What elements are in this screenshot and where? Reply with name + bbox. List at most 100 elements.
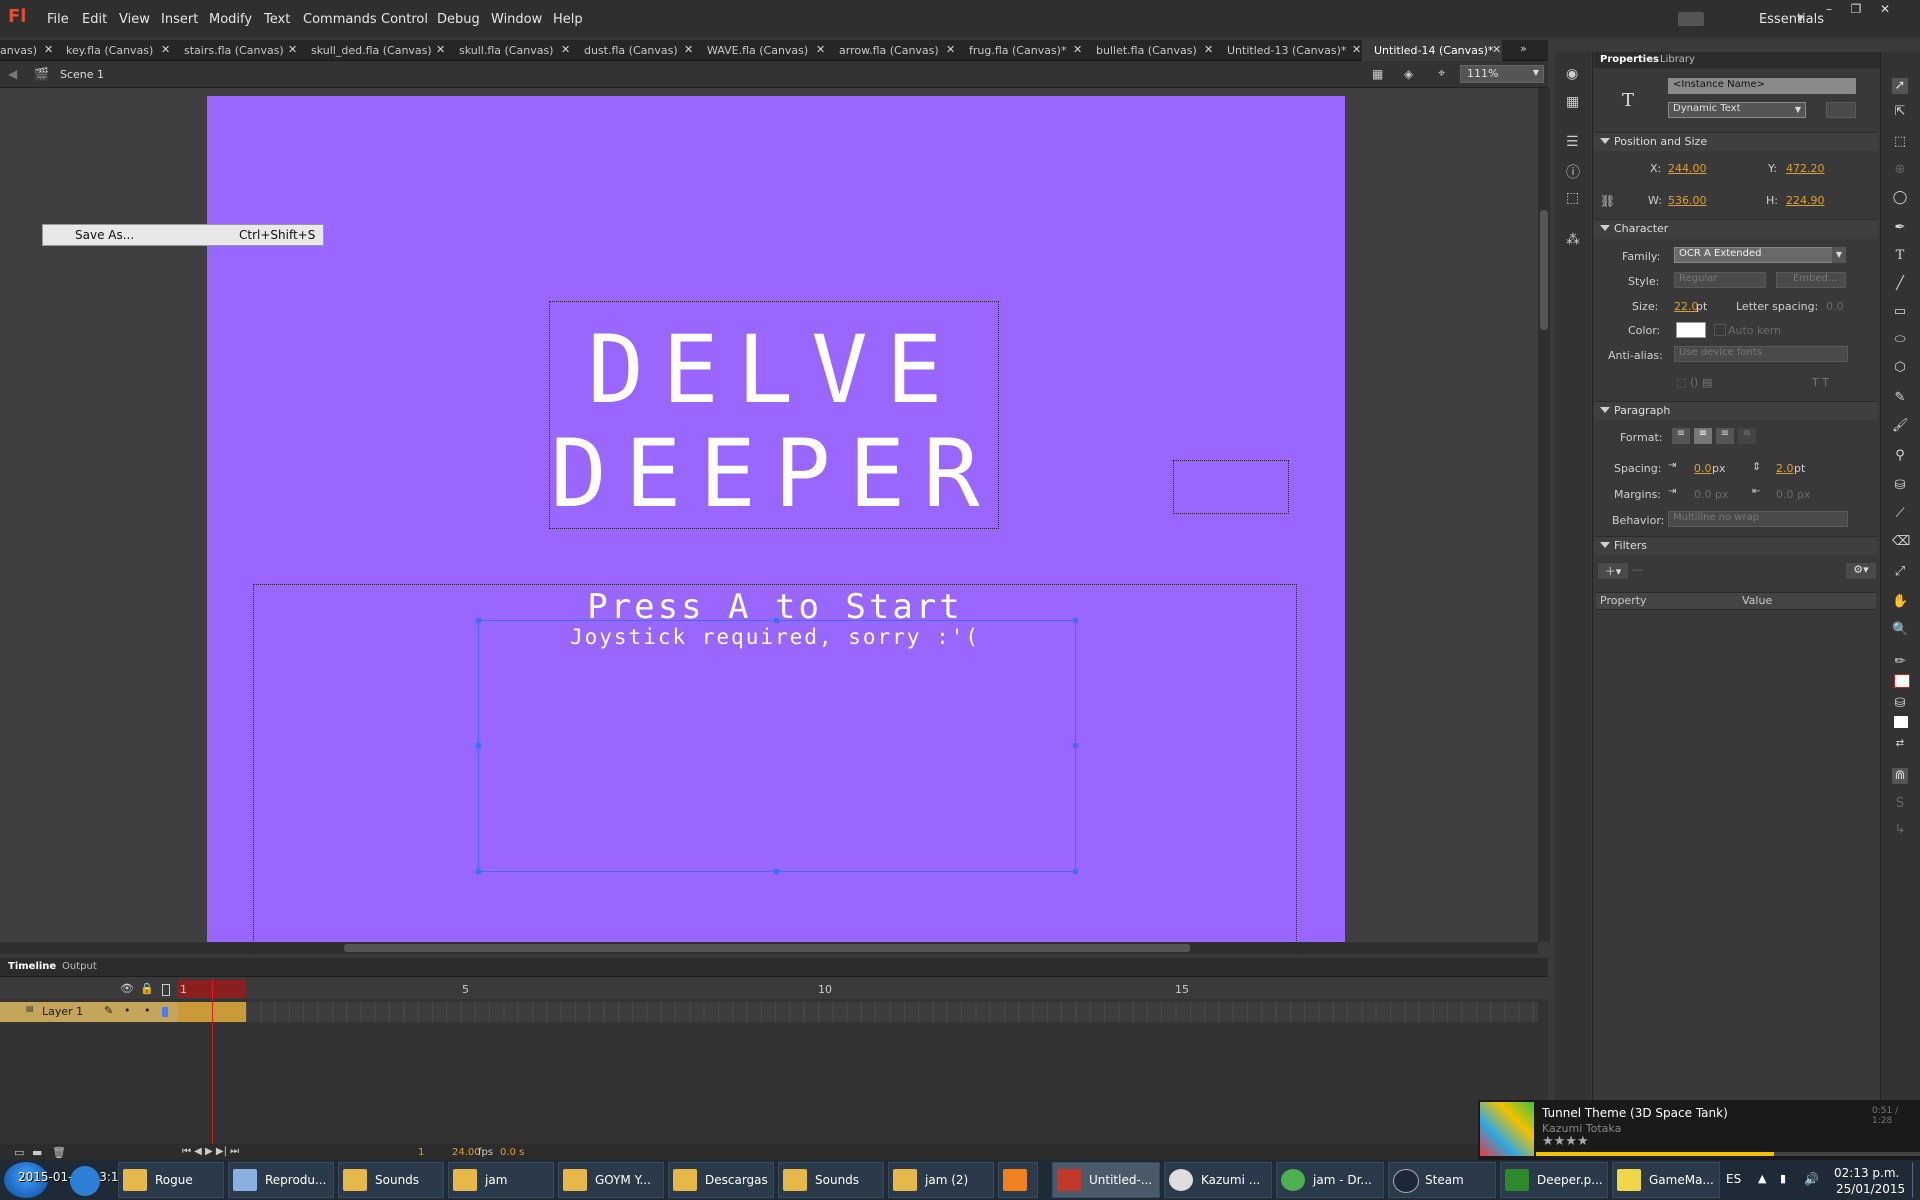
fill-color-icon[interactable]: ⛁	[1892, 696, 1908, 712]
tab-document[interactable]: WAVE.fla (Canvas)	[707, 44, 808, 57]
selection-tool-icon[interactable]: ➚	[1892, 78, 1908, 94]
tray-arrow-icon[interactable]: ▲	[1758, 1172, 1766, 1185]
tab-properties[interactable]: Properties	[1600, 54, 1659, 65]
paint-bucket-tool-icon[interactable]: ⛁	[1892, 478, 1908, 494]
taskbar-item[interactable]: jam - Dr...	[1276, 1162, 1384, 1198]
menu-text[interactable]: Text	[264, 12, 290, 27]
margin-left-value[interactable]: 0.0 px	[1694, 488, 1728, 501]
w-value[interactable]: 536.00	[1668, 194, 1707, 207]
track-progress-bar[interactable]	[1536, 1152, 1920, 1156]
taskbar-item[interactable]: GameMa...	[1612, 1162, 1720, 1198]
y-value[interactable]: 472.20	[1786, 162, 1825, 175]
subselection-tool-icon[interactable]: ⇱	[1892, 104, 1908, 120]
track-rating[interactable]: ★★★★	[1542, 1134, 1589, 1149]
resize-handle[interactable]	[774, 618, 779, 623]
transform-icon[interactable]: ⬚	[1566, 190, 1579, 206]
resize-handle[interactable]	[1073, 743, 1078, 748]
context-menu-save-as[interactable]: Save As... Ctrl+Shift+S	[42, 224, 324, 246]
horizontal-scroll-thumb[interactable]	[344, 944, 1190, 952]
layer-name[interactable]: Layer 1	[42, 1005, 83, 1018]
eraser-tool-icon[interactable]: ⌫	[1892, 534, 1910, 550]
stroke-color-icon[interactable]: ✏	[1892, 654, 1908, 670]
zoom-tool-icon[interactable]: 🔍	[1892, 622, 1908, 638]
new-folder-icon[interactable]: ▬	[32, 1146, 42, 1159]
h-value[interactable]: 224.90	[1786, 194, 1825, 207]
letter-spacing-value[interactable]: 0.0	[1826, 300, 1844, 313]
restore-icon[interactable]: ❐	[1843, 2, 1869, 18]
snap-to-objects-icon[interactable]: ⋒	[1892, 768, 1908, 784]
empty-textbox[interactable]	[1173, 460, 1289, 514]
auto-kern-checkbox[interactable]	[1714, 324, 1726, 336]
behavior-select[interactable]: Multiline no wrap	[1668, 511, 1848, 527]
tab-output[interactable]: Output	[62, 961, 97, 972]
sync-icon[interactable]	[1678, 12, 1704, 26]
x-value[interactable]: 244.00	[1668, 162, 1707, 175]
pen-tool-icon[interactable]: ✒	[1892, 220, 1908, 236]
menu-help[interactable]: Help	[553, 12, 583, 27]
new-layer-icon[interactable]: ▭	[14, 1146, 24, 1159]
embed-button[interactable]: Embed...	[1776, 272, 1846, 288]
tab-close-icon[interactable]: ✕	[161, 43, 170, 56]
taskbar-item[interactable]: Steam	[1388, 1162, 1496, 1198]
remove-filter-icon[interactable]: —	[1632, 563, 1646, 579]
section-position-size[interactable]: Position and Size	[1594, 132, 1878, 151]
menu-edit[interactable]: Edit	[82, 12, 107, 27]
text-type-select[interactable]: Dynamic Text ▼	[1668, 102, 1806, 118]
resize-handle[interactable]	[476, 618, 481, 623]
swap-colors-icon[interactable]: ⇄	[1892, 736, 1908, 752]
network-icon[interactable]: ▮	[1780, 1172, 1786, 1185]
tab-document[interactable]: key.fla (Canvas)	[66, 44, 153, 57]
font-color-swatch[interactable]	[1676, 322, 1706, 338]
tab-document[interactable]: skull_ded.fla (Canvas)	[311, 44, 432, 57]
free-transform-tool-icon[interactable]: ⬚	[1892, 134, 1908, 150]
menu-window[interactable]: Window	[491, 12, 542, 27]
rectangle-tool-icon[interactable]: ▭	[1892, 304, 1908, 320]
visibility-dot[interactable]: •	[124, 1004, 131, 1017]
taskbar-item[interactable]: GOYM Y...	[558, 1162, 664, 1198]
tab-library[interactable]: Library	[1660, 54, 1695, 65]
show-desktop-button[interactable]	[1912, 1162, 1920, 1198]
align-icon[interactable]: ☰	[1566, 134, 1579, 150]
language-indicator[interactable]: ES	[1726, 1172, 1741, 1186]
font-style-select[interactable]: Regular	[1674, 272, 1766, 288]
taskbar-item[interactable]: Untitled-...	[1052, 1162, 1160, 1198]
margin-right-value[interactable]: 0.0 px	[1776, 488, 1810, 501]
edit-symbols-icon[interactable]: ◈	[1404, 67, 1413, 81]
current-frame[interactable]: 1	[418, 1147, 424, 1158]
vertical-scroll-thumb[interactable]	[1540, 210, 1548, 330]
font-size-value[interactable]: 22.0	[1674, 300, 1699, 313]
filter-options-gear-icon[interactable]: ⚙▾	[1846, 563, 1876, 579]
center-stage-icon[interactable]: ⌖	[1438, 66, 1445, 81]
pencil-tool-icon[interactable]: ✎	[1892, 390, 1908, 406]
minimize-icon[interactable]: –	[1816, 2, 1842, 18]
layer-color-swatch[interactable]	[162, 1007, 168, 1017]
delete-icon[interactable]: 🗑	[52, 1146, 66, 1159]
resize-handle[interactable]	[476, 743, 481, 748]
text-tool-icon[interactable]: T	[1892, 248, 1908, 264]
font-family-select[interactable]: OCR A Extended	[1674, 247, 1838, 263]
tabs-overflow-icon[interactable]: »	[1520, 42, 1527, 55]
resize-handle[interactable]	[1073, 869, 1078, 874]
grid-icon[interactable]: ▦	[1566, 94, 1579, 110]
tab-close-icon[interactable]: ✕	[946, 43, 955, 56]
tab-close-icon[interactable]: ✕	[1352, 43, 1361, 56]
text-format-icons[interactable]: ⬚ ⟨⟩ ▤	[1676, 376, 1712, 389]
lock-icon[interactable]: 🔒	[140, 982, 154, 995]
tab-document[interactable]: Untitled-13 (Canvas)*	[1227, 44, 1346, 57]
oval-tool-icon[interactable]: ⬭	[1892, 332, 1908, 348]
superscript-icons[interactable]: T T	[1812, 376, 1829, 389]
menu-insert[interactable]: Insert	[161, 12, 198, 27]
info-icon[interactable]: ⓘ	[1566, 162, 1580, 182]
motion-editor-icon[interactable]: ◉	[1566, 66, 1578, 82]
time-value[interactable]: 0.0 s	[500, 1147, 524, 1158]
add-filter-icon[interactable]: ＋▾	[1598, 563, 1628, 579]
menu-debug[interactable]: Debug	[437, 12, 480, 27]
taskbar-item[interactable]: Rogue	[118, 1162, 224, 1198]
stroke-color-swatch[interactable]	[1894, 674, 1910, 688]
menu-commands[interactable]: Commands	[303, 12, 377, 27]
title-textbox[interactable]: DELVE DEEPER	[549, 301, 999, 529]
scene-label[interactable]: Scene 1	[60, 68, 104, 81]
clock-date[interactable]: 25/01/2015	[1836, 1182, 1905, 1196]
tab-document-active[interactable]: Untitled-14 (Canvas)*	[1374, 44, 1493, 57]
volume-icon[interactable]: 🔊	[1804, 1172, 1819, 1186]
